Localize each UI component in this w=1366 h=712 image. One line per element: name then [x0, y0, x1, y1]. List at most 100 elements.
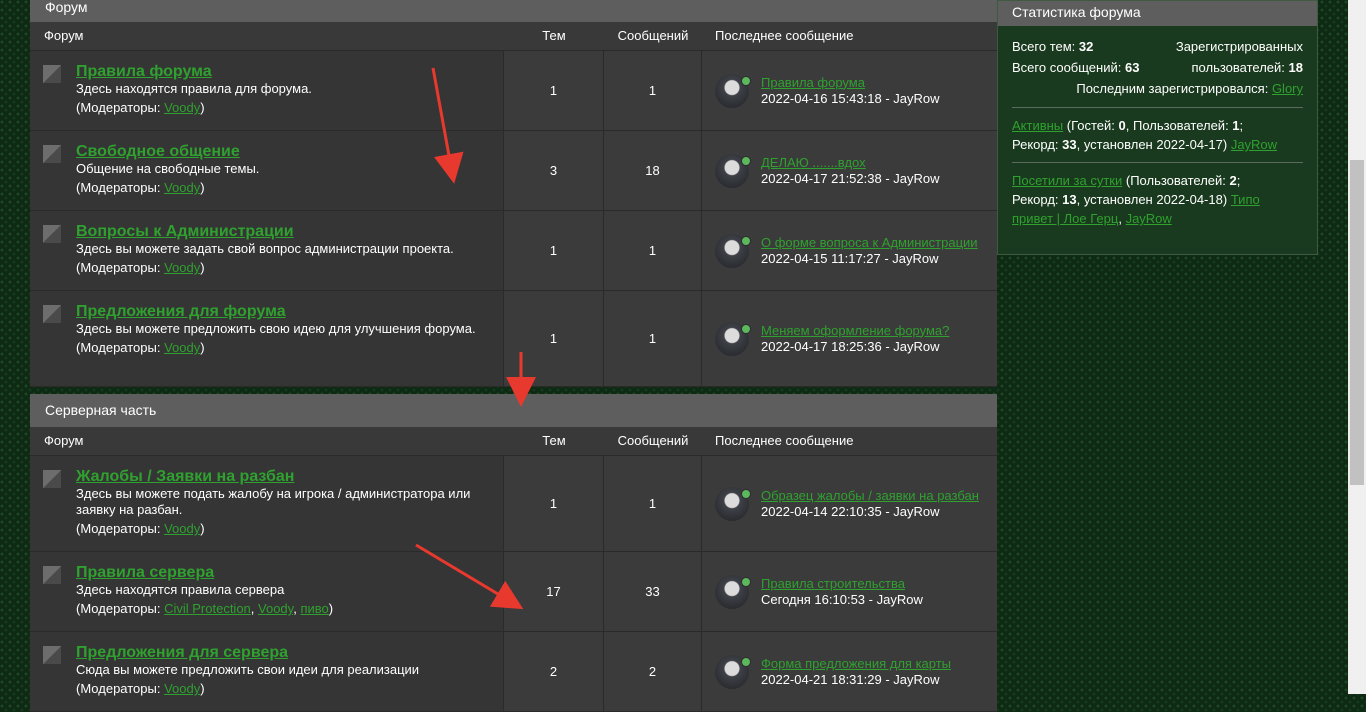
col-last: Последнее сообщение: [715, 28, 854, 43]
forum-row: Вопросы к Администрации Здесь вы можете з…: [30, 211, 997, 291]
total-msgs-value: 63: [1124, 60, 1140, 75]
last-post-cell: Правила строительства Сегодня 16:10:53 - …: [702, 552, 997, 631]
stats-line-2: Всего сообщений: 63 пользователей: 18: [1012, 57, 1303, 78]
forum-title-link[interactable]: Жалобы / Заявки на разбан: [76, 468, 493, 485]
last-post-link[interactable]: О форме вопроса к Администрации: [761, 235, 978, 250]
forum-title-link[interactable]: Предложения для форума: [76, 303, 493, 320]
topics-count: 3: [504, 131, 604, 210]
forum-moderators: (Модераторы: Civil Protection, Voody, пи…: [76, 601, 334, 616]
forum-row: Предложения для форума Здесь вы можете пр…: [30, 291, 997, 387]
server-rows: Жалобы / Заявки на разбан Здесь вы можете…: [30, 456, 997, 712]
last-post-link[interactable]: Правила строительства: [761, 576, 905, 591]
messages-count: 33: [604, 552, 702, 631]
visited-link[interactable]: Посетили за сутки: [1012, 173, 1122, 188]
last-post-date: Сегодня 16:10:53 - JayRow: [761, 591, 923, 607]
messages-count: 18: [604, 131, 702, 210]
column-headers: Форум Тем Сообщений Последнее сообщение: [30, 22, 997, 51]
col-topics: Тем: [542, 433, 566, 448]
forum-rows: Правила форума Здесь находятся правила дл…: [30, 51, 997, 387]
last-post-link[interactable]: Образец жалобы / заявки на разбан: [761, 488, 979, 503]
forum-description: Сюда вы можете предложить свои идеи для …: [76, 662, 420, 677]
forum-description: Здесь находятся правила сервера: [76, 582, 285, 597]
user-avatar[interactable]: [715, 233, 751, 268]
forum-description: Здесь находятся правила для форума.: [76, 81, 312, 96]
moderator-link[interactable]: Civil Protection: [164, 601, 251, 616]
user-avatar[interactable]: [715, 73, 751, 108]
col-forum: Форум: [44, 28, 84, 43]
col-messages: Сообщений: [617, 28, 689, 43]
forum-status-icon: [43, 470, 61, 488]
messages-count: 1: [604, 51, 702, 130]
last-registered-user-link[interactable]: Glory: [1272, 81, 1303, 96]
last-post-date: 2022-04-17 18:25:36 - JayRow: [761, 338, 940, 354]
forum-description: Здесь вы можете задать свой вопрос админ…: [76, 241, 454, 256]
forum-cell: Жалобы / Заявки на разбан Здесь вы можете…: [30, 456, 504, 551]
stats-body: Всего тем: 32 Зарегистрированных Всего с…: [998, 26, 1317, 228]
users-value: 18: [1288, 60, 1303, 75]
divider: [1012, 107, 1303, 108]
scrollbar-thumb[interactable]: [1350, 160, 1364, 485]
last-post-link[interactable]: Меняем оформление форума?: [761, 323, 949, 338]
moderator-link[interactable]: пиво: [300, 601, 328, 616]
forum-section: Форум Форум Тем Сообщений Последнее сооб…: [30, 0, 997, 387]
last-post-link[interactable]: Форма предложения для карты: [761, 656, 951, 671]
forum-moderators: (Модераторы: Voody): [76, 100, 205, 115]
messages-count: 2: [604, 632, 702, 711]
last-post-cell: О форме вопроса к Администрации 2022-04-1…: [702, 211, 997, 290]
col-messages: Сообщений: [617, 433, 689, 448]
last-post-cell: Правила форума 2022-04-16 15:43:18 - JayR…: [702, 51, 997, 130]
last-post-link[interactable]: Правила форума: [761, 75, 865, 90]
active-user-link[interactable]: JayRow: [1231, 137, 1277, 152]
user-avatar[interactable]: [715, 574, 751, 609]
last-post-cell: Меняем оформление форума? 2022-04-17 18:2…: [702, 291, 997, 386]
section-title: Серверная часть: [30, 394, 997, 427]
last-post-link[interactable]: ДЕЛАЮ .......вдох: [761, 155, 866, 170]
last-post-date: 2022-04-17 21:52:38 - JayRow: [761, 170, 940, 186]
user-avatar[interactable]: [715, 654, 751, 689]
total-topics-value: 32: [1078, 39, 1094, 54]
column-headers: Форум Тем Сообщений Последнее сообщение: [30, 427, 997, 456]
last-post-date: 2022-04-21 18:31:29 - JayRow: [761, 671, 940, 687]
moderator-link[interactable]: Voody: [164, 100, 200, 115]
forum-status-icon: [43, 305, 61, 323]
active-link[interactable]: Активны: [1012, 118, 1063, 133]
moderator-link[interactable]: Voody: [164, 521, 200, 536]
forum-cell: Вопросы к Администрации Здесь вы можете з…: [30, 211, 504, 290]
forum-status-icon: [43, 65, 61, 83]
forum-title-link[interactable]: Предложения для сервера: [76, 644, 493, 661]
divider: [1012, 162, 1303, 163]
col-topics: Тем: [542, 28, 566, 43]
forum-title-link[interactable]: Вопросы к Администрации: [76, 223, 493, 240]
messages-count: 1: [604, 211, 702, 290]
last-post-date: 2022-04-15 11:17:27 - JayRow: [761, 250, 939, 266]
forum-cell: Свободное общение Общение на свободные те…: [30, 131, 504, 210]
visited-user-link[interactable]: JayRow: [1126, 211, 1172, 226]
moderator-link[interactable]: Voody: [258, 601, 293, 616]
forum-status-icon: [43, 145, 61, 163]
total-topics-label: Всего тем:: [1012, 39, 1076, 54]
topics-count: 1: [504, 51, 604, 130]
forum-moderators: (Модераторы: Voody): [76, 180, 205, 195]
last-reg-label: Последним зарегистрировался:: [1076, 81, 1269, 96]
forum-title-link[interactable]: Свободное общение: [76, 143, 493, 160]
user-avatar[interactable]: [715, 486, 751, 521]
user-avatar[interactable]: [715, 321, 751, 356]
visited-block: Посетили за сутки (Пользователей: 2; Рек…: [1012, 173, 1260, 226]
forum-moderators: (Модераторы: Voody): [76, 681, 205, 696]
forum-row: Жалобы / Заявки на разбан Здесь вы можете…: [30, 456, 997, 552]
user-avatar[interactable]: [715, 153, 751, 188]
moderator-link[interactable]: Voody: [164, 340, 200, 355]
forum-description: Здесь вы можете предложить свою идею для…: [76, 321, 476, 336]
forum-cell: Правила форума Здесь находятся правила дл…: [30, 51, 504, 130]
forum-title-link[interactable]: Правила форума: [76, 63, 493, 80]
forum-description: Здесь вы можете подать жалобу на игрока …: [76, 486, 471, 517]
forum-status-icon: [43, 225, 61, 243]
topics-count: 1: [504, 211, 604, 290]
users-label: пользователей:: [1191, 60, 1285, 75]
moderator-link[interactable]: Voody: [164, 180, 200, 195]
moderator-link[interactable]: Voody: [164, 260, 200, 275]
page-scrollbar[interactable]: [1348, 0, 1366, 694]
forum-title-link[interactable]: Правила сервера: [76, 564, 493, 581]
forum-status-icon: [43, 646, 61, 664]
forum-row: Свободное общение Общение на свободные те…: [30, 131, 997, 211]
